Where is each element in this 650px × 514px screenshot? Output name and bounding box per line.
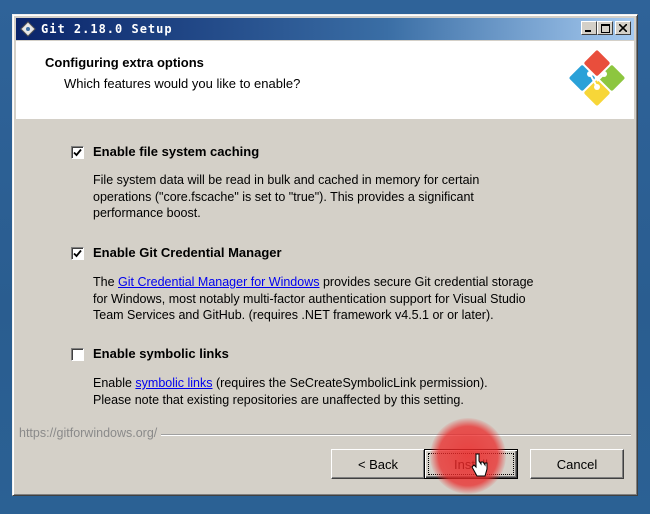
- window-title: Git 2.18.0 Setup: [41, 22, 173, 36]
- desktop: Git 2.18.0 Setup Configuring extra optio…: [0, 0, 650, 514]
- checkmark-icon: [73, 249, 82, 258]
- description-line: performance boost.: [93, 206, 201, 220]
- description-line: Enable symbolic links (requires the SeCr…: [93, 375, 573, 392]
- description-text: provides secure Git credential storage: [319, 275, 534, 289]
- git-credential-manager-link[interactable]: Git Credential Manager for Windows: [118, 275, 319, 289]
- checkmark-icon: [73, 148, 82, 157]
- footer-url: https://gitforwindows.org/: [19, 426, 162, 440]
- symbolic-links-description: Enable symbolic links (requires the SeCr…: [93, 375, 573, 408]
- header-separator: [16, 118, 634, 119]
- focus-ring: [428, 453, 514, 475]
- description-line: File system data will be read in bulk an…: [93, 173, 480, 187]
- install-button[interactable]: Install: [424, 449, 518, 479]
- git-setup-icon: [19, 20, 37, 38]
- wizard-header: Configuring extra options Which features…: [16, 41, 634, 119]
- git-credential-manager-checkbox[interactable]: [71, 247, 84, 260]
- cancel-button[interactable]: Cancel: [530, 449, 624, 479]
- description-text: The: [93, 275, 119, 289]
- description-text: Enable: [93, 376, 136, 390]
- maximize-button[interactable]: [597, 21, 613, 35]
- minimize-icon: [585, 30, 591, 32]
- page-title: Configuring extra options: [45, 55, 204, 70]
- git-credential-manager-label[interactable]: Enable Git Credential Manager: [93, 245, 282, 260]
- maximize-icon: [600, 23, 610, 33]
- description-line: Please note that existing repositories a…: [93, 392, 464, 407]
- file-system-caching-description: File system data will be read in bulk an…: [93, 172, 573, 222]
- git-credential-manager-description: The Git Credential Manager for Windows p…: [93, 274, 573, 324]
- title-bar[interactable]: Git 2.18.0 Setup: [16, 18, 634, 40]
- description-line: The Git Credential Manager for Windows p…: [93, 274, 573, 291]
- description-text: (requires the SeCreateSymbolicLink permi…: [212, 376, 488, 390]
- window-controls: [581, 21, 631, 35]
- page-subtitle: Which features would you like to enable?: [64, 76, 301, 91]
- git-logo-icon: [569, 50, 625, 106]
- symbolic-links-label[interactable]: Enable symbolic links: [93, 346, 229, 361]
- symbolic-links-link[interactable]: symbolic links: [135, 376, 212, 390]
- file-system-caching-label[interactable]: Enable file system caching: [93, 144, 259, 159]
- description-line: operations ("core.fscache" is set to "tr…: [93, 189, 474, 204]
- setup-window: Git 2.18.0 Setup Configuring extra optio…: [12, 14, 638, 496]
- symbolic-links-checkbox[interactable]: [71, 348, 84, 361]
- file-system-caching-checkbox[interactable]: [71, 146, 84, 159]
- description-line: for Windows, most notably multi-factor a…: [93, 291, 526, 306]
- minimize-button[interactable]: [581, 21, 597, 35]
- close-icon: [619, 24, 627, 32]
- close-button[interactable]: [615, 21, 631, 35]
- back-button[interactable]: < Back: [331, 449, 425, 479]
- description-line: Team Services and GitHub. (requires .NET…: [93, 308, 494, 322]
